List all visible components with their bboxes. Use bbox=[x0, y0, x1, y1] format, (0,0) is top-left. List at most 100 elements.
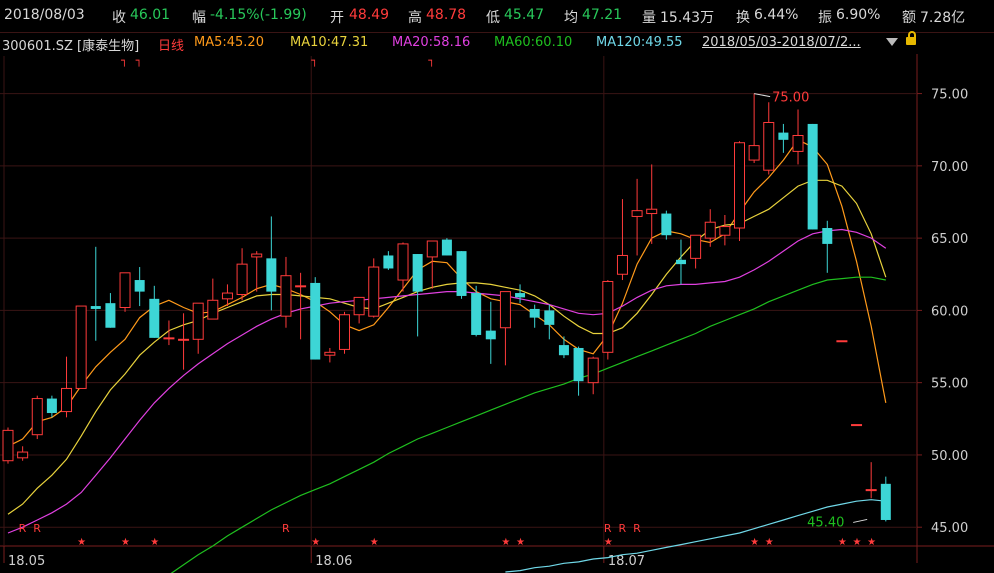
star-signal-marker: ★ bbox=[765, 537, 774, 548]
candle-body bbox=[397, 243, 409, 281]
top-signal-marker: ┐ bbox=[136, 54, 143, 67]
candle-body bbox=[17, 451, 29, 459]
candle-body bbox=[31, 398, 43, 436]
candle-body bbox=[192, 302, 204, 340]
star-signal-marker: ★ bbox=[501, 537, 510, 548]
low-annotation: 45.40 bbox=[807, 515, 844, 530]
candle-body bbox=[661, 213, 672, 236]
candle-body bbox=[587, 357, 599, 384]
x-tick-label: 18.05 bbox=[8, 554, 45, 569]
candle-body bbox=[236, 263, 248, 295]
candle-body bbox=[324, 351, 336, 356]
candle-body bbox=[471, 293, 482, 335]
candle-body bbox=[616, 254, 628, 275]
y-tick-label: 45.00 bbox=[931, 521, 968, 536]
star-signal-marker: ★ bbox=[77, 537, 86, 548]
candle-body bbox=[178, 338, 190, 341]
y-tick-label: 50.00 bbox=[931, 449, 968, 464]
candle-body bbox=[105, 303, 116, 328]
low-arrow bbox=[853, 518, 868, 523]
high-annotation: 75.00 bbox=[772, 91, 809, 106]
y-tick-label: 60.00 bbox=[931, 304, 968, 319]
candle-body bbox=[602, 280, 614, 353]
candle-body bbox=[573, 347, 584, 382]
candle-body bbox=[310, 282, 321, 360]
candle-body bbox=[646, 208, 658, 215]
candle-body bbox=[675, 259, 686, 265]
ma60-line bbox=[170, 276, 886, 573]
candle-body bbox=[426, 240, 438, 258]
candle-body bbox=[719, 226, 731, 236]
candle-body bbox=[851, 424, 863, 427]
r-signal-marker: R bbox=[604, 522, 612, 535]
candle-body bbox=[836, 340, 848, 343]
r-signal-marker: R bbox=[282, 522, 290, 535]
star-signal-marker: ★ bbox=[604, 537, 613, 548]
ma120-line bbox=[505, 499, 886, 573]
r-signal-marker: R bbox=[633, 522, 641, 535]
y-tick-label: 70.00 bbox=[931, 160, 968, 175]
candle-body bbox=[441, 239, 452, 256]
y-tick-label: 75.00 bbox=[931, 88, 968, 103]
top-signal-marker: ┐ bbox=[121, 54, 128, 67]
candle-body bbox=[207, 299, 219, 320]
candle-body bbox=[748, 145, 760, 161]
candle-body bbox=[865, 489, 877, 492]
candle-body bbox=[61, 387, 73, 413]
candle-body bbox=[485, 330, 496, 340]
star-signal-marker: ★ bbox=[750, 537, 759, 548]
candle-body bbox=[383, 255, 394, 269]
candle-body bbox=[221, 292, 233, 300]
candle-body bbox=[368, 266, 380, 317]
r-signal-marker: R bbox=[19, 522, 27, 535]
candle-body bbox=[631, 210, 643, 217]
star-signal-marker: ★ bbox=[853, 537, 862, 548]
candle-body bbox=[778, 132, 789, 140]
x-tick-label: 18.06 bbox=[315, 554, 352, 569]
y-tick-label: 65.00 bbox=[931, 232, 968, 247]
candle-body bbox=[515, 293, 526, 298]
candle-body bbox=[134, 280, 145, 292]
candle-body bbox=[75, 305, 87, 389]
candle-body bbox=[690, 234, 702, 259]
star-signal-marker: ★ bbox=[370, 537, 379, 548]
candle-body bbox=[295, 285, 307, 288]
candle-body bbox=[529, 308, 540, 318]
candle-body bbox=[734, 142, 745, 229]
r-signal-marker: R bbox=[618, 522, 626, 535]
top-signal-marker: ┐ bbox=[311, 54, 318, 67]
candle-body bbox=[163, 337, 175, 340]
candle-body bbox=[499, 291, 511, 329]
candle-body bbox=[880, 483, 891, 520]
y-tick-label: 55.00 bbox=[931, 377, 968, 392]
r-signal-marker: R bbox=[33, 522, 41, 535]
candle-body bbox=[119, 272, 131, 309]
star-signal-marker: ★ bbox=[150, 537, 159, 548]
star-signal-marker: ★ bbox=[516, 537, 525, 548]
star-signal-marker: ★ bbox=[121, 537, 130, 548]
ma10-line bbox=[7, 179, 887, 515]
candle-body bbox=[544, 310, 555, 325]
candle-body bbox=[412, 254, 423, 292]
candle-body bbox=[266, 258, 277, 292]
candle-body bbox=[251, 253, 263, 258]
star-signal-marker: ★ bbox=[867, 537, 876, 548]
candlestick-chart: 75.00 70.00 65.00 60.00 55.00 50.00 45.00 18.05… bbox=[0, 54, 994, 573]
candle-body bbox=[46, 398, 57, 414]
candle-body bbox=[280, 275, 292, 317]
top-signal-marker: ┐ bbox=[428, 54, 435, 67]
candle-body bbox=[338, 314, 350, 350]
star-signal-marker: ★ bbox=[311, 537, 320, 548]
candle-body bbox=[558, 345, 569, 356]
candle-body bbox=[792, 134, 804, 152]
candle-body bbox=[704, 221, 716, 239]
candle-body bbox=[822, 228, 833, 244]
candle-body bbox=[807, 123, 818, 230]
star-signal-marker: ★ bbox=[838, 537, 847, 548]
candle-body bbox=[90, 306, 101, 309]
candle-body bbox=[763, 121, 775, 171]
candle-body bbox=[2, 429, 14, 462]
candle-body bbox=[353, 296, 365, 316]
candle-body bbox=[456, 251, 467, 296]
candle-body bbox=[149, 298, 160, 338]
